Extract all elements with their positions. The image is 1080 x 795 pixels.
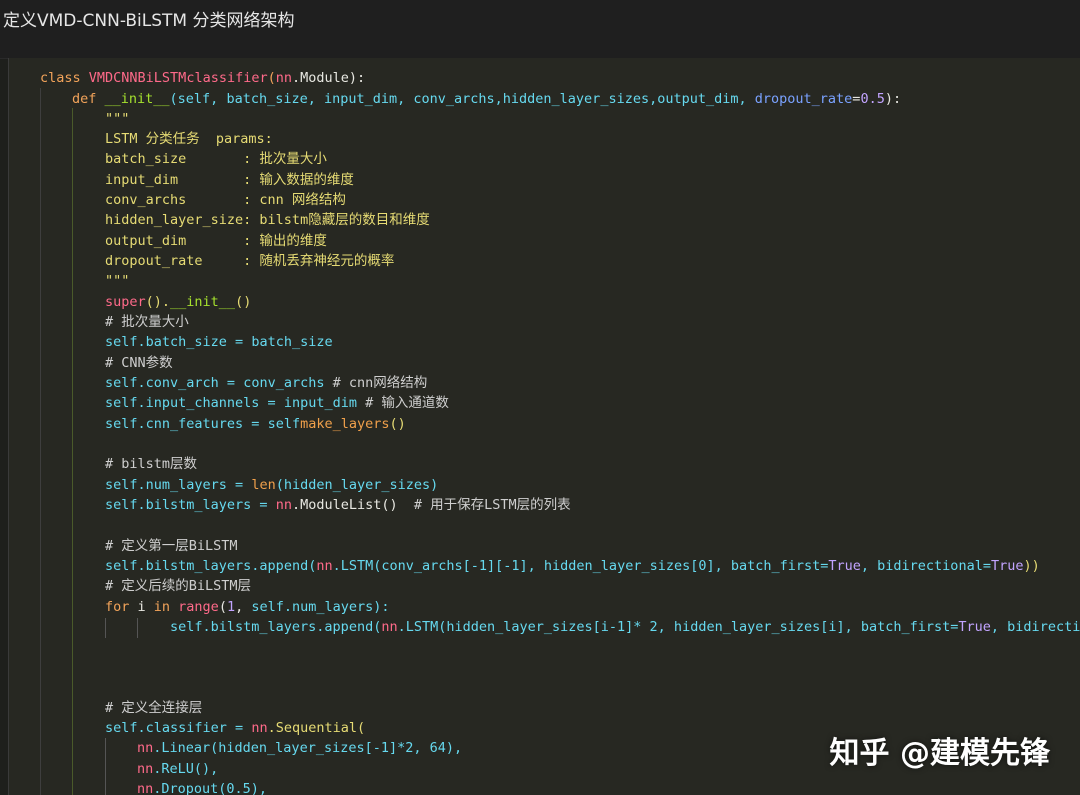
code-editor[interactable]: class VMDCNNBiLSTMclassifier(nn.Module):… — [8, 58, 1080, 795]
code-line: self.cnn_features = selfmake_layers() — [105, 416, 406, 432]
code-line: class VMDCNNBiLSTMclassifier(nn.Module): — [40, 70, 366, 86]
code-line: self.conv_arch = conv_archs # cnn网络结构 — [105, 375, 428, 391]
code-line: self.input_channels = input_dim # 输入通道数 — [105, 395, 449, 411]
code-line: hidden_layer_size: bilstm隐藏层的数目和维度 — [105, 212, 430, 228]
code-line: nn.Linear(hidden_layer_sizes[-1]*2, 64), — [137, 740, 463, 756]
code-comment: # CNN参数 — [105, 355, 173, 371]
code-comment: # 定义后续的BiLSTM层 — [105, 578, 252, 594]
code-line: """ — [105, 111, 130, 127]
indent-guide — [137, 618, 138, 638]
code-line: self.bilstm_layers = nn.ModuleList() # 用… — [105, 497, 571, 513]
code-line: dropout_rate : 随机丢弃神经元的概率 — [105, 253, 395, 269]
code-line: super().__init__() — [105, 294, 252, 310]
code-comment: # 定义全连接层 — [105, 700, 203, 716]
indent-guide — [40, 88, 41, 795]
indent-guide — [105, 618, 106, 638]
watermark: 知乎 @建模先锋 — [829, 736, 1050, 771]
code-line: self.bilstm_layers.append(nn.LSTM(hidden… — [170, 619, 1080, 635]
code-line: self.num_layers = len(hidden_layer_sizes… — [105, 477, 439, 493]
code-line: input_dim : 输入数据的维度 — [105, 172, 354, 188]
code-line: output_dim : 输出的维度 — [105, 233, 327, 249]
code-comment: # bilstm层数 — [105, 456, 198, 472]
code-line: for i in range(1, self.num_layers): — [105, 599, 390, 615]
code-line: """ — [105, 273, 130, 289]
article-header: 定义VMD-CNN-BiLSTM 分类网络架构 — [0, 0, 1080, 59]
code-comment: # 定义第一层BiLSTM — [105, 538, 238, 554]
indent-guide — [105, 738, 106, 795]
code-line: self.batch_size = batch_size — [105, 334, 333, 350]
code-line: LSTM 分类任务 params: — [105, 131, 273, 147]
code-line: nn.Dropout(0.5), — [137, 781, 268, 795]
code-line: nn.ReLU(), — [137, 761, 219, 777]
code-comment: # 批次量大小 — [105, 314, 189, 330]
code-line: self.bilstm_layers.append(nn.LSTM(conv_a… — [105, 558, 1040, 574]
code-line: def __init__(self, batch_size, input_dim… — [72, 91, 902, 107]
page-title: 定义VMD-CNN-BiLSTM 分类网络架构 — [3, 11, 295, 31]
code-line: conv_archs : cnn 网络结构 — [105, 192, 346, 208]
code-line: batch_size : 批次量大小 — [105, 151, 327, 167]
code-line: self.classifier = nn.Sequential( — [105, 720, 366, 736]
indent-guide — [72, 108, 73, 795]
